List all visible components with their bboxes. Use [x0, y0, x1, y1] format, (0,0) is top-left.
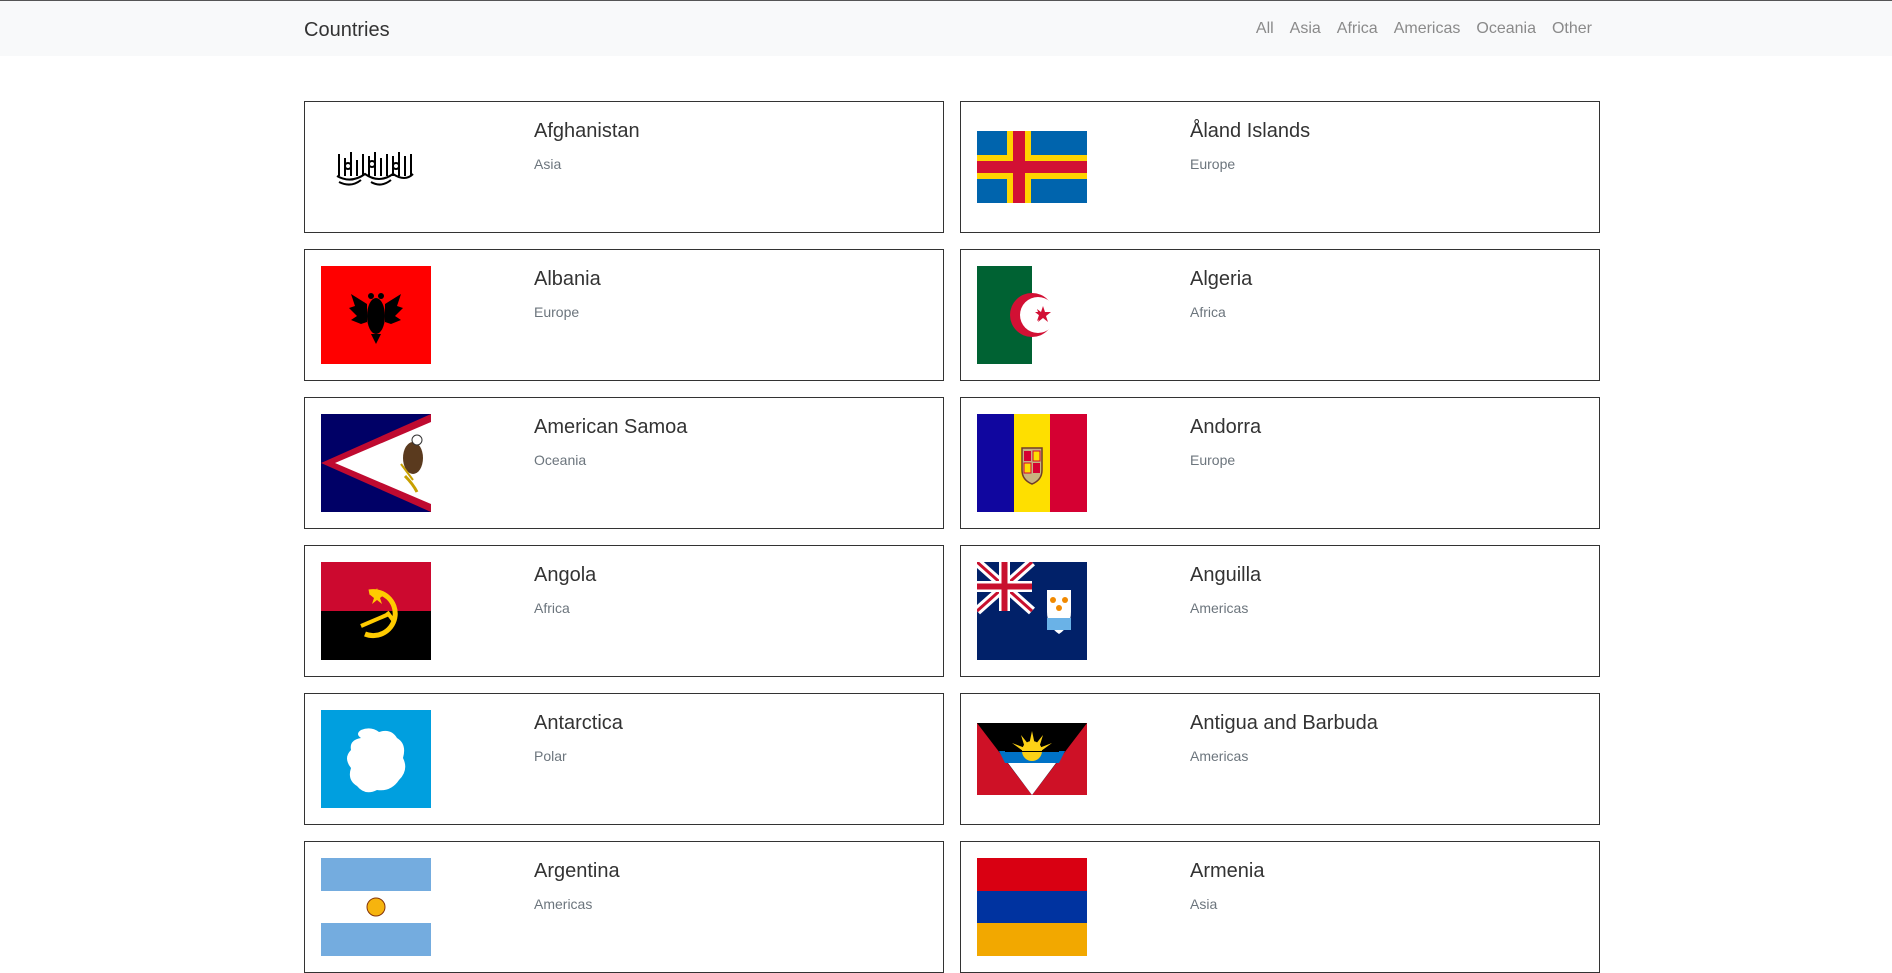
region-filter-nav: All Asia Africa Americas Oceania Other — [1256, 20, 1592, 38]
country-region: Americas — [1190, 600, 1249, 616]
antarctica-flag-icon — [321, 710, 431, 808]
country-region: Europe — [1190, 452, 1236, 468]
nav-link-americas[interactable]: Americas — [1394, 20, 1461, 38]
country-region: Africa — [534, 600, 570, 616]
country-card[interactable]: Argentina Americas — [304, 841, 944, 973]
country-region: Asia — [534, 156, 562, 172]
country-name: Armenia — [1190, 860, 1265, 882]
country-name: Afghanistan — [534, 120, 640, 142]
antigua-and-barbuda-flag-icon — [977, 710, 1087, 808]
afghanistan-flag-icon — [321, 118, 431, 216]
country-card[interactable]: Åland Islands Europe — [960, 101, 1600, 233]
argentina-flag-icon — [321, 858, 431, 956]
nav-link-other[interactable]: Other — [1552, 20, 1592, 38]
country-region: Americas — [534, 896, 593, 912]
country-name: Argentina — [534, 860, 620, 882]
country-card[interactable]: Antigua and Barbuda Americas — [960, 693, 1600, 825]
country-region: Oceania — [534, 452, 587, 468]
albania-flag-icon — [321, 266, 431, 364]
andorra-flag-icon — [977, 414, 1087, 512]
country-card[interactable]: Angola Africa — [304, 545, 944, 677]
country-name: Andorra — [1190, 416, 1262, 438]
brand-link[interactable]: Countries — [304, 19, 390, 42]
country-name: Albania — [534, 268, 601, 290]
navbar: Countries All Asia Africa Americas Ocean… — [0, 0, 1892, 56]
country-region: Asia — [1190, 896, 1218, 912]
country-region: Americas — [1190, 748, 1249, 764]
nav-link-all[interactable]: All — [1256, 20, 1274, 38]
nav-link-asia[interactable]: Asia — [1290, 20, 1321, 38]
country-grid: Afghanistan Asia Åland Islands Europe Al… — [304, 101, 1600, 973]
angola-flag-icon — [321, 562, 431, 660]
country-name: Anguilla — [1190, 564, 1262, 586]
country-card[interactable]: Armenia Asia — [960, 841, 1600, 973]
country-card[interactable]: Algeria Africa — [960, 249, 1600, 381]
country-region: Europe — [1190, 156, 1236, 172]
country-name: Angola — [534, 564, 597, 586]
country-name: Åland Islands — [1190, 120, 1311, 142]
country-name: Antarctica — [534, 712, 623, 734]
country-region: Africa — [1190, 304, 1226, 320]
country-region: Europe — [534, 304, 580, 320]
nav-link-oceania[interactable]: Oceania — [1476, 20, 1536, 38]
country-card[interactable]: American Samoa Oceania — [304, 397, 944, 529]
country-name: Algeria — [1190, 268, 1253, 290]
country-region: Polar — [534, 748, 567, 764]
country-card[interactable]: Anguilla Americas — [960, 545, 1600, 677]
armenia-flag-icon — [977, 858, 1087, 956]
country-name: Antigua and Barbuda — [1190, 712, 1378, 734]
american-samoa-flag-icon — [321, 414, 431, 512]
country-card[interactable]: Albania Europe — [304, 249, 944, 381]
country-card[interactable]: Antarctica Polar — [304, 693, 944, 825]
country-card[interactable]: Andorra Europe — [960, 397, 1600, 529]
nav-link-africa[interactable]: Africa — [1337, 20, 1378, 38]
country-name: American Samoa — [534, 416, 688, 438]
country-card[interactable]: Afghanistan Asia — [304, 101, 944, 233]
anguilla-flag-icon — [977, 562, 1087, 660]
algeria-flag-icon — [977, 266, 1087, 364]
aland-islands-flag-icon — [977, 118, 1087, 216]
